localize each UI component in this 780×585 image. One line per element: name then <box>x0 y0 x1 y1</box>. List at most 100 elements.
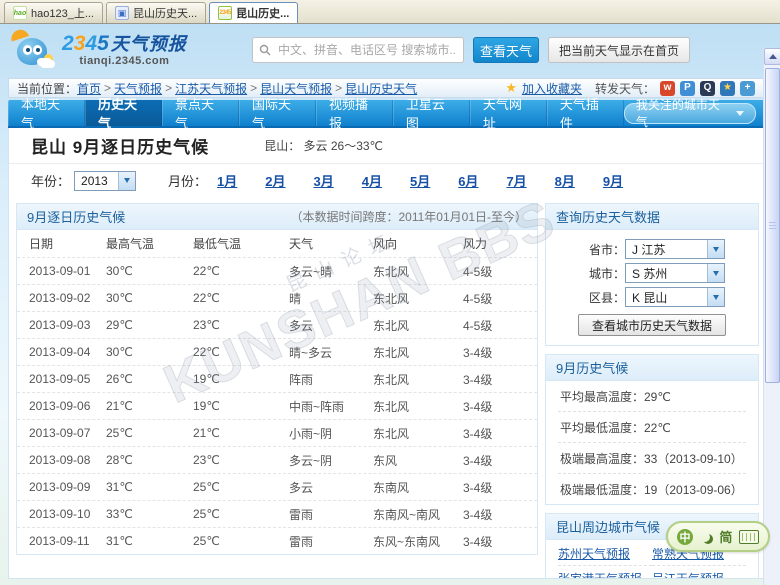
table-cell: 阵雨 <box>289 371 373 388</box>
my-cities-button[interactable]: 我关注的城市天气 <box>624 103 756 124</box>
table-cell: 31℃ <box>106 480 193 494</box>
month-link[interactable]: 2月 <box>265 171 285 190</box>
breadcrumb-separator: > <box>165 81 172 95</box>
moon-icon[interactable] <box>700 532 710 542</box>
ime-toolbar[interactable]: 中 简 <box>666 521 770 552</box>
year-select[interactable]: 2013 <box>74 171 136 191</box>
table-cell: 多云 <box>289 479 373 496</box>
table-cell: 25℃ <box>193 534 289 548</box>
sina-weibo-icon[interactable]: w <box>660 81 675 96</box>
table-cell: 东北风 <box>373 263 463 280</box>
hao-logo-icon: hao <box>13 6 27 20</box>
month-link[interactable]: 8月 <box>555 171 575 190</box>
table-cell: 22℃ <box>193 291 289 305</box>
table-cell: 晴~多云 <box>289 344 373 361</box>
month-link[interactable]: 9月 <box>603 171 623 190</box>
table-row: 2013-09-0130℃22℃多云~晴东北风4-5级 <box>17 258 537 285</box>
climate-stat: 极端最高温度：33（2013-09-10） <box>558 443 746 474</box>
climate-stat: 平均最高温度：29℃ <box>558 381 746 412</box>
browser-tab-label: hao123_上... <box>31 5 94 21</box>
nav-tabs: 本地天气历史天气景点天气国际天气视频播报卫星云图天气网址天气插件 <box>8 100 624 126</box>
vertical-scrollbar[interactable] <box>763 48 780 585</box>
table-cell: 中雨~阵雨 <box>289 398 373 415</box>
nav-tab-3[interactable]: 国际天气 <box>239 100 316 126</box>
month-link[interactable]: 1月 <box>217 171 237 190</box>
keyboard-icon[interactable] <box>739 530 759 544</box>
province-select[interactable]: J 江苏 <box>625 239 725 259</box>
select-value: S 苏州 <box>626 265 707 282</box>
table-cell: 22℃ <box>193 345 289 359</box>
scroll-up-button[interactable] <box>764 48 780 65</box>
browser-tab[interactable]: hao hao123_上... <box>4 2 103 23</box>
ime-logo-icon[interactable]: 中 <box>677 529 693 545</box>
chevron-down-icon[interactable] <box>707 264 724 282</box>
table-cell: 25℃ <box>106 426 193 440</box>
site-logo[interactable]: 2345天气预报 tianqi.2345.com <box>8 29 246 71</box>
month-label: 月份： <box>168 171 207 190</box>
chevron-down-icon[interactable] <box>707 288 724 306</box>
city-search-box[interactable] <box>252 37 464 63</box>
browser-tab[interactable]: ▣ 昆山历史天... <box>106 2 206 23</box>
city-select[interactable]: S 苏州 <box>625 263 725 283</box>
octopus-mascot-icon <box>8 29 56 71</box>
logo-digit: 4 <box>85 32 97 55</box>
table-cell: 晴 <box>289 290 373 307</box>
browser-tab-label: 昆山历史天... <box>133 5 197 21</box>
chevron-down-icon[interactable] <box>118 172 135 190</box>
content-columns: 9月逐日历史气候 （本数据时间跨度：2011年01月01日-至今） 日期最高气温… <box>9 197 763 579</box>
table-cell: 21℃ <box>193 426 289 440</box>
table-row: 2013-09-0430℃22℃晴~多云东北风3-4级 <box>17 339 537 366</box>
district-select[interactable]: K 昆山 <box>625 287 725 307</box>
table-row: 2013-09-0931℃25℃多云东南风3-4级 <box>17 474 537 501</box>
logo-title: 2345天气预报 <box>62 32 187 55</box>
nearby-city-link[interactable]: 苏州天气预报 <box>558 541 652 566</box>
more-share-icon[interactable]: + <box>740 81 755 96</box>
scrollbar-thumb[interactable] <box>765 68 780 383</box>
search-group: 查看天气 把当前天气显示在首页 <box>252 37 690 63</box>
nav-tab-4[interactable]: 视频播报 <box>316 100 393 126</box>
ime-mode-label[interactable]: 简 <box>719 527 732 546</box>
month-link[interactable]: 5月 <box>410 171 430 190</box>
month-link[interactable]: 4月 <box>362 171 382 190</box>
nav-tab-1[interactable]: 历史天气 <box>85 100 162 126</box>
month-link[interactable]: 3月 <box>314 171 334 190</box>
table-row: 2013-09-0329℃23℃多云东北风4-5级 <box>17 312 537 339</box>
chevron-down-icon[interactable] <box>707 240 724 258</box>
query-field-label: 省市： <box>579 241 625 258</box>
nav-tab-6[interactable]: 天气网址 <box>470 100 547 126</box>
nav-tab-0[interactable]: 本地天气 <box>8 100 85 126</box>
nav-tab-7[interactable]: 天气插件 <box>547 100 624 126</box>
weather-table: 日期最高气温最低气温天气风向风力2013-09-0130℃22℃多云~晴东北风4… <box>17 230 537 554</box>
query-history-button[interactable]: 查看城市历史天气数据 <box>578 314 726 336</box>
table-cell: 3-4级 <box>463 371 537 388</box>
tencent-friend-icon[interactable]: P <box>680 81 695 96</box>
query-field-row: 区县：K 昆山 <box>546 287 758 307</box>
table-cell: 多云~晴 <box>289 263 373 280</box>
month-links: 1月 2月 3月 4月 5月 6月 7月 8月 9月 <box>217 171 651 190</box>
month-link[interactable]: 7月 <box>506 171 526 190</box>
month-link[interactable]: 6月 <box>458 171 478 190</box>
qq-icon[interactable]: Q <box>700 81 715 96</box>
table-cell: 2013-09-02 <box>29 291 106 305</box>
qzone-icon[interactable]: ★ <box>720 81 735 96</box>
search-input[interactable] <box>276 42 457 58</box>
browser-viewport: 2345天气预报 tianqi.2345.com 查看天气 把当前天气显示在首页 <box>0 24 780 585</box>
table-row: 2013-09-0621℃19℃中雨~阵雨东北风3-4级 <box>17 393 537 420</box>
nearby-city-link[interactable]: 张家港天气预报 <box>558 566 652 579</box>
table-cell: 33℃ <box>106 507 193 521</box>
nav-tab-5[interactable]: 卫星云图 <box>393 100 470 126</box>
column-header: 最低气温 <box>193 235 289 252</box>
table-cell: 2013-09-06 <box>29 399 106 413</box>
query-button-row: 查看城市历史天气数据 <box>546 314 758 345</box>
page-blue-icon: ▣ <box>115 6 129 20</box>
site-header: 2345天气预报 tianqi.2345.com 查看天气 把当前天气显示在首页 <box>8 24 764 76</box>
table-cell: 2013-09-08 <box>29 453 106 467</box>
table-cell: 23℃ <box>193 318 289 332</box>
pin-to-home-button[interactable]: 把当前天气显示在首页 <box>548 37 690 63</box>
table-cell: 东北风 <box>373 344 463 361</box>
view-weather-button[interactable]: 查看天气 <box>473 37 539 63</box>
nav-tab-2[interactable]: 景点天气 <box>162 100 239 126</box>
browser-tab[interactable]: 2345昆山历史... <box>209 2 298 23</box>
page-title: 昆山 9月逐日历史气候 <box>31 133 209 158</box>
nearby-city-link[interactable]: 吴江天气预报 <box>652 566 746 579</box>
